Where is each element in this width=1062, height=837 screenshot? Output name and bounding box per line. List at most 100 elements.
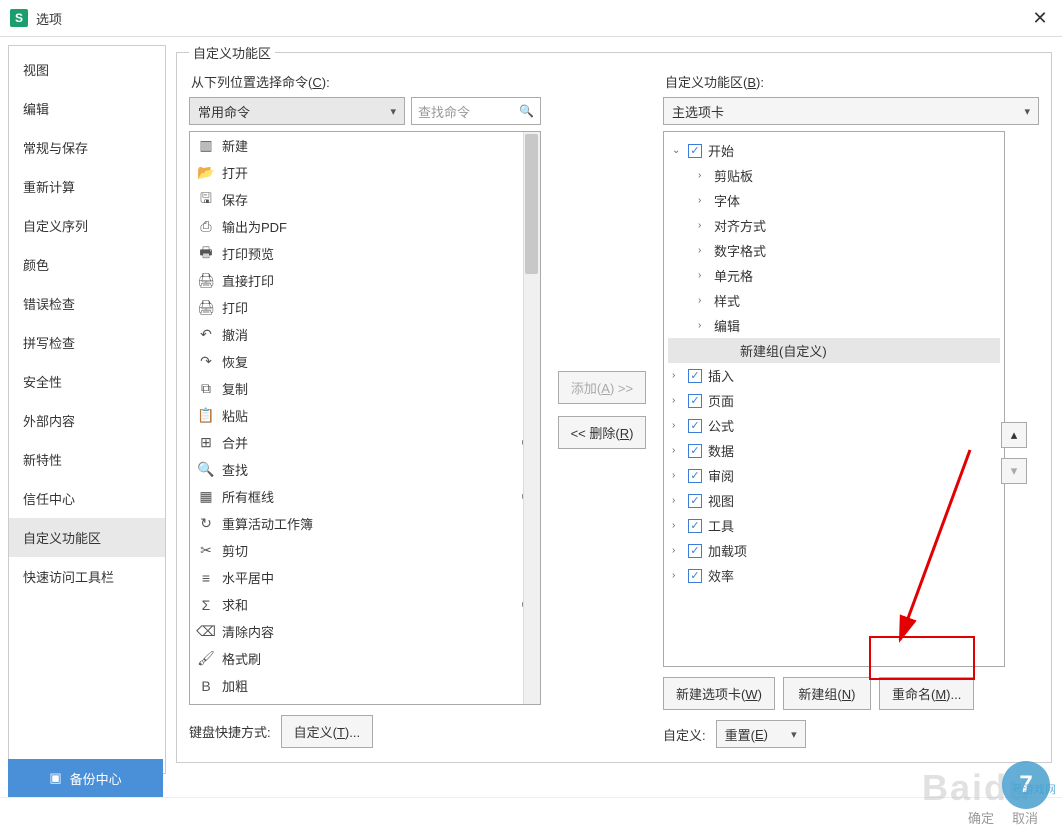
tree-tab[interactable]: ›✓工具: [668, 513, 1000, 538]
tree-group[interactable]: 新建组(自定义): [668, 338, 1000, 363]
move-down-button[interactable]: ▾: [1001, 458, 1027, 484]
command-listbox[interactable]: ▥新建📂打开🖫保存⎙输出为PDF🖶打印预览🖨直接打印🖨打印↶撤消↷恢复⧉复制📋粘…: [189, 131, 541, 705]
tree-tab[interactable]: ›✓效率: [668, 563, 1000, 588]
backup-center-button[interactable]: ▣ 备份中心: [8, 759, 163, 797]
tree-toggle-icon[interactable]: ›: [672, 520, 686, 531]
tree-toggle-icon[interactable]: ›: [698, 220, 712, 231]
sidebar-item-spell-check[interactable]: 拼写检查: [9, 323, 165, 362]
new-group-button[interactable]: 新建组(N): [783, 677, 871, 710]
command-item[interactable]: Σ求和▸: [190, 591, 540, 618]
command-item[interactable]: ↷恢复: [190, 348, 540, 375]
command-item[interactable]: ⧉复制: [190, 375, 540, 402]
tree-toggle-icon[interactable]: ›: [698, 295, 712, 306]
tree-toggle-icon[interactable]: ›: [672, 395, 686, 406]
command-item[interactable]: ↻重算活动工作簿: [190, 510, 540, 537]
sidebar-item-recalc[interactable]: 重新计算: [9, 167, 165, 206]
command-item[interactable]: ≡水平居中: [190, 564, 540, 591]
tree-toggle-icon[interactable]: ›: [698, 245, 712, 256]
scrollbar-thumb[interactable]: [525, 134, 538, 274]
sidebar-item-security[interactable]: 安全性: [9, 362, 165, 401]
tree-group[interactable]: ›编辑: [668, 313, 1000, 338]
source-category-dropdown[interactable]: 常用命令: [189, 97, 405, 125]
command-item[interactable]: ↶撤消: [190, 321, 540, 348]
sidebar-item-custom-list[interactable]: 自定义序列: [9, 206, 165, 245]
tree-checkbox[interactable]: ✓: [688, 469, 702, 483]
tree-checkbox[interactable]: ✓: [688, 369, 702, 383]
sidebar-item-error-check[interactable]: 错误检查: [9, 284, 165, 323]
sidebar-item-external[interactable]: 外部内容: [9, 401, 165, 440]
tree-checkbox[interactable]: ✓: [688, 144, 702, 158]
tree-tab-start[interactable]: ⌄✓开始: [668, 138, 1000, 163]
new-tab-button[interactable]: 新建选项卡(W): [663, 677, 775, 710]
tree-toggle-icon[interactable]: ›: [698, 170, 712, 181]
ok-button[interactable]: 确定: [968, 808, 994, 827]
command-item[interactable]: 📂打开: [190, 159, 540, 186]
command-item[interactable]: ⊞合并▸: [190, 429, 540, 456]
sidebar-item-new-feature[interactable]: 新特性: [9, 440, 165, 479]
tree-group[interactable]: ›字体: [668, 188, 1000, 213]
tree-tab[interactable]: ›✓视图: [668, 488, 1000, 513]
command-item[interactable]: ⌫清除内容: [190, 618, 540, 645]
tree-tab[interactable]: ›✓加载项: [668, 538, 1000, 563]
command-item[interactable]: 📋粘贴: [190, 402, 540, 429]
tree-tab[interactable]: ›✓插入: [668, 363, 1000, 388]
sidebar-item-general[interactable]: 常规与保存: [9, 128, 165, 167]
rename-button[interactable]: 重命名(M)...: [879, 677, 974, 710]
tree-checkbox[interactable]: ✓: [688, 494, 702, 508]
tree-toggle-icon[interactable]: ›: [672, 420, 686, 431]
command-item[interactable]: ▦所有框线▸: [190, 483, 540, 510]
command-item[interactable]: ✂剪切: [190, 537, 540, 564]
command-item[interactable]: 🔍查找: [190, 456, 540, 483]
tree-toggle-icon[interactable]: ›: [672, 495, 686, 506]
tree-group[interactable]: ›对齐方式: [668, 213, 1000, 238]
target-tabs-dropdown[interactable]: 主选项卡: [663, 97, 1039, 125]
sidebar-item-color[interactable]: 颜色: [9, 245, 165, 284]
command-item[interactable]: 🖫保存: [190, 186, 540, 213]
close-button[interactable]: ✕: [1028, 6, 1052, 30]
command-item[interactable]: ⎙输出为PDF: [190, 213, 540, 240]
tree-tab[interactable]: ›✓页面: [668, 388, 1000, 413]
tree-group[interactable]: ›数字格式: [668, 238, 1000, 263]
sidebar-item-quick-access[interactable]: 快速访问工具栏: [9, 557, 165, 596]
customize-shortcut-button[interactable]: 自定义(T)...: [281, 715, 373, 748]
tree-group[interactable]: ›样式: [668, 288, 1000, 313]
tree-toggle-icon[interactable]: ›: [672, 470, 686, 481]
tree-toggle-icon[interactable]: ›: [672, 570, 686, 581]
tree-toggle-icon[interactable]: ›: [672, 545, 686, 556]
tree-toggle-icon[interactable]: ›: [698, 195, 712, 206]
tree-checkbox[interactable]: ✓: [688, 419, 702, 433]
tree-group[interactable]: ›剪贴板: [668, 163, 1000, 188]
tree-toggle-icon[interactable]: ⌄: [672, 145, 686, 156]
tree-checkbox[interactable]: ✓: [688, 544, 702, 558]
command-item[interactable]: ≣筛选: [190, 699, 540, 705]
tree-checkbox[interactable]: ✓: [688, 444, 702, 458]
tree-tab[interactable]: ›✓公式: [668, 413, 1000, 438]
command-item[interactable]: ▥新建: [190, 132, 540, 159]
sidebar-item-customize-ribbon[interactable]: 自定义功能区: [9, 518, 165, 557]
scrollbar[interactable]: [523, 132, 540, 704]
tree-tab[interactable]: ›✓审阅: [668, 463, 1000, 488]
tree-tab[interactable]: ›✓数据: [668, 438, 1000, 463]
tree-group[interactable]: ›单元格: [668, 263, 1000, 288]
sidebar-item-trust[interactable]: 信任中心: [9, 479, 165, 518]
tree-checkbox[interactable]: ✓: [688, 519, 702, 533]
command-item[interactable]: 🖨打印: [190, 294, 540, 321]
tree-checkbox[interactable]: ✓: [688, 394, 702, 408]
command-item[interactable]: 🖶打印预览: [190, 240, 540, 267]
command-item[interactable]: B加粗: [190, 672, 540, 699]
move-up-button[interactable]: ▴: [1001, 422, 1027, 448]
ribbon-tree[interactable]: ⌄✓开始›剪贴板›字体›对齐方式›数字格式›单元格›样式›编辑新建组(自定义)›…: [663, 131, 1005, 667]
cancel-button[interactable]: 取消: [1012, 808, 1038, 827]
tree-toggle-icon[interactable]: ›: [672, 445, 686, 456]
search-command-input[interactable]: 查找命令: [411, 97, 541, 125]
tree-toggle-icon[interactable]: ›: [698, 320, 712, 331]
sidebar-item-view[interactable]: 视图: [9, 50, 165, 89]
tree-toggle-icon[interactable]: ›: [672, 370, 686, 381]
remove-button[interactable]: << 删除(R): [558, 416, 647, 449]
tree-checkbox[interactable]: ✓: [688, 569, 702, 583]
command-item[interactable]: 🖨直接打印: [190, 267, 540, 294]
add-button[interactable]: 添加(A) >>: [558, 371, 646, 404]
tree-toggle-icon[interactable]: ›: [698, 270, 712, 281]
reset-dropdown[interactable]: 重置(E): [716, 720, 806, 748]
command-item[interactable]: 🖌格式刷: [190, 645, 540, 672]
